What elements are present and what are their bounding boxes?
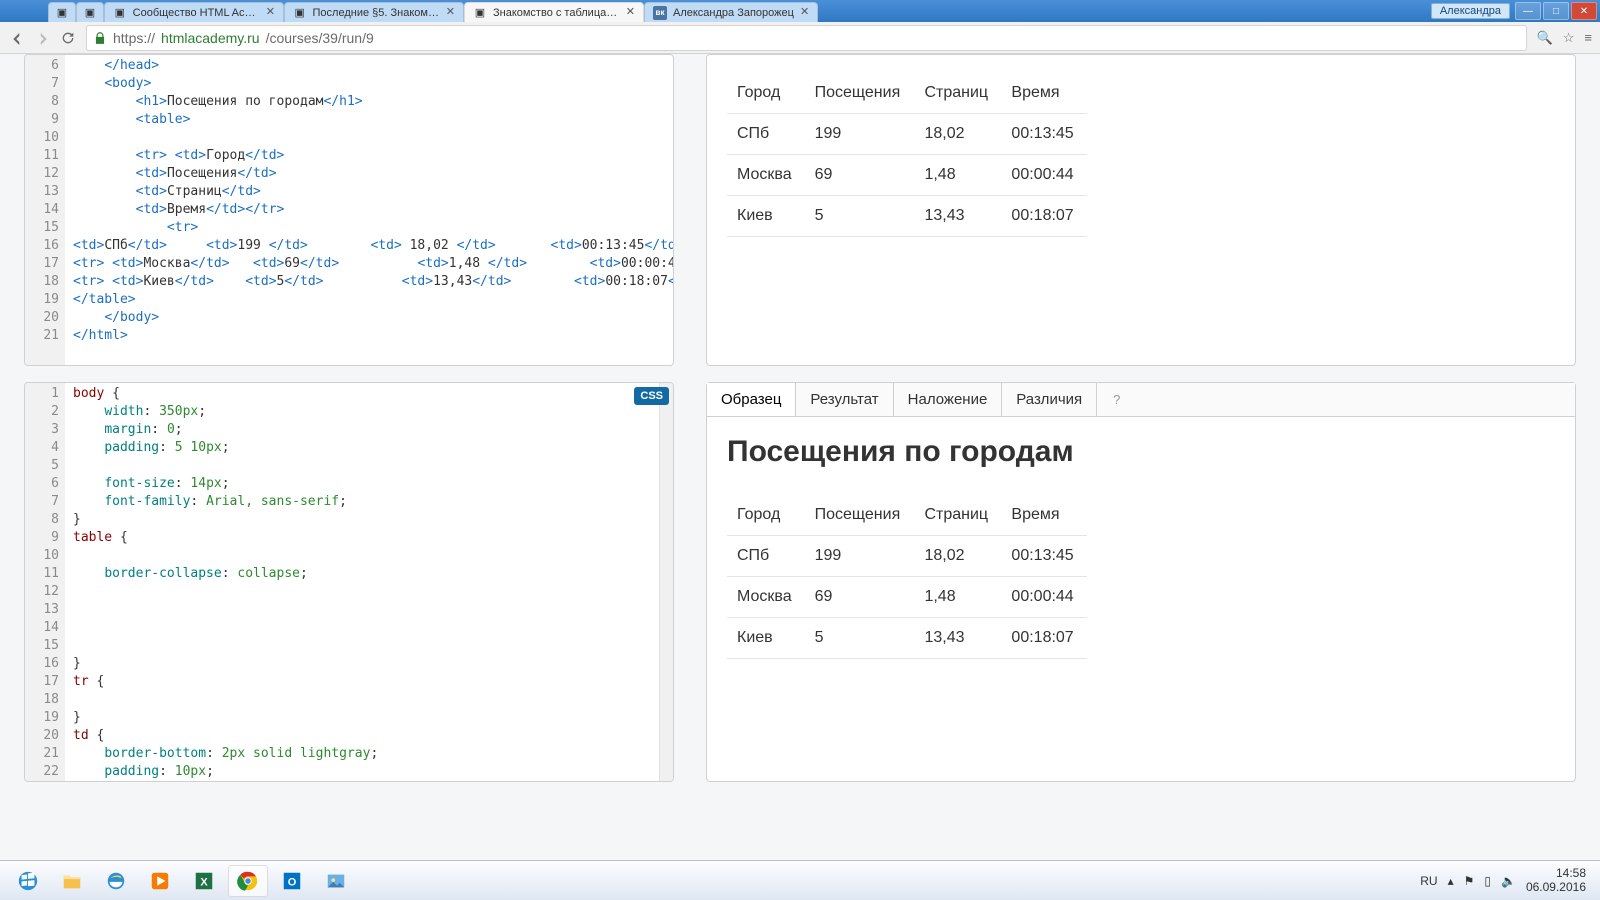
sample-preview: Посещения по городам ГородПосещенияСтран… xyxy=(707,417,1575,781)
tab-title: Знакомство с таблицами xyxy=(493,7,620,19)
chrome-user-chip[interactable]: Александра xyxy=(1431,3,1510,19)
tab-result[interactable]: Результат xyxy=(796,383,893,416)
css-gutter: 123456789101112131415161718192021222324 xyxy=(25,383,65,781)
browser-tab-5[interactable]: вк Александра Запорожец ✕ xyxy=(644,2,818,22)
close-icon[interactable]: ✕ xyxy=(446,7,455,18)
tray-time: 14:58 xyxy=(1556,867,1586,880)
svg-text:O: O xyxy=(288,876,297,888)
svg-text:X: X xyxy=(200,876,208,888)
scrollbar[interactable] xyxy=(659,383,673,781)
start-button[interactable] xyxy=(8,865,48,897)
close-icon[interactable]: ✕ xyxy=(800,7,809,18)
css-editor[interactable]: 123456789101112131415161718192021222324 … xyxy=(25,383,673,781)
back-button[interactable] xyxy=(8,30,24,46)
comparison-panel: Образец Результат Наложение Различия ? П… xyxy=(706,382,1576,782)
chrome-icon[interactable] xyxy=(228,865,268,897)
tab-overlay[interactable]: Наложение xyxy=(894,383,1003,416)
browser-tab-1[interactable]: ▣ xyxy=(76,2,104,22)
shield-icon: ▣ xyxy=(293,6,307,20)
browser-tabs: ▣ ▣ ▣ Сообщество HTML Acade ✕ ▣ Последни… xyxy=(0,0,1431,22)
excel-icon[interactable]: X xyxy=(184,865,224,897)
shield-icon: ▣ xyxy=(113,6,127,20)
ie-icon[interactable] xyxy=(96,865,136,897)
html-gutter: 6789101112131415161718192021 xyxy=(25,55,65,365)
explorer-icon[interactable] xyxy=(52,865,92,897)
shield-icon: ▣ xyxy=(85,6,95,20)
media-player-icon[interactable] xyxy=(140,865,180,897)
tab-diff[interactable]: Различия xyxy=(1002,383,1097,416)
tab-sample[interactable]: Образец xyxy=(707,383,796,416)
html-code-area[interactable]: </head> <body> <h1>Посещения по городам<… xyxy=(65,55,673,365)
browser-tab-3[interactable]: ▣ Последние §5. Знакомств ✕ xyxy=(284,2,464,22)
comparison-tabbar: Образец Результат Наложение Различия ? xyxy=(707,383,1575,417)
shield-icon: ▣ xyxy=(57,6,67,20)
css-badge: CSS xyxy=(634,387,669,405)
star-icon[interactable]: ☆ xyxy=(1563,30,1575,46)
preview-table: ГородПосещенияСтраницВремяСПб19918,0200:… xyxy=(727,73,1087,237)
browser-titlebar: ▣ ▣ ▣ Сообщество HTML Acade ✕ ▣ Последни… xyxy=(0,0,1600,22)
tab-title: Последние §5. Знакомств xyxy=(313,7,440,19)
html-editor-panel: 6789101112131415161718192021 </head> <bo… xyxy=(24,54,674,366)
tray-date: 06.09.2016 xyxy=(1526,881,1586,894)
close-icon[interactable]: ✕ xyxy=(266,7,275,18)
url-path: /courses/39/run/9 xyxy=(266,30,374,46)
result-preview-panel: ГородПосещенияСтраницВремяСПб19918,0200:… xyxy=(706,54,1576,366)
windows-taskbar: X O RU ▴ ⚑ ▯ 🔈 14:58 06.09.2016 xyxy=(0,860,1600,900)
window-minimize-button[interactable]: — xyxy=(1515,2,1541,20)
sample-table: ГородПосещенияСтраницВремяСПб19918,0200:… xyxy=(727,495,1087,659)
browser-toolbar: https://htmlacademy.ru/courses/39/run/9 … xyxy=(0,22,1600,54)
menu-icon[interactable]: ≡ xyxy=(1584,30,1592,45)
tab-title: Сообщество HTML Acade xyxy=(133,7,260,19)
outlook-icon[interactable]: O xyxy=(272,865,312,897)
html-editor[interactable]: 6789101112131415161718192021 </head> <bo… xyxy=(25,55,673,365)
page-content: 6789101112131415161718192021 </head> <bo… xyxy=(0,54,1600,860)
zoom-icon[interactable]: 🔍 xyxy=(1537,30,1553,46)
tray-chevron-icon[interactable]: ▴ xyxy=(1448,874,1454,888)
vk-icon: вк xyxy=(653,6,667,20)
photos-icon[interactable] xyxy=(316,865,356,897)
css-code-area[interactable]: body { width: 350px; margin: 0; padding:… xyxy=(65,383,659,781)
window-controls: — □ ✕ xyxy=(1514,0,1600,22)
system-tray: RU ▴ ⚑ ▯ 🔈 14:58 06.09.2016 xyxy=(1420,867,1594,893)
shield-icon: ▣ xyxy=(473,6,487,20)
tab-title: Александра Запорожец xyxy=(673,7,794,19)
close-icon[interactable]: ✕ xyxy=(626,7,635,18)
window-maximize-button[interactable]: □ xyxy=(1543,2,1569,20)
browser-tab-2[interactable]: ▣ Сообщество HTML Acade ✕ xyxy=(104,2,284,22)
forward-button[interactable] xyxy=(34,30,50,46)
address-bar[interactable]: https:// htmlacademy.ru/courses/39/run/9 xyxy=(86,25,1527,51)
tray-clock[interactable]: 14:58 06.09.2016 xyxy=(1526,867,1586,893)
browser-tab-4[interactable]: ▣ Знакомство с таблицами ✕ xyxy=(464,2,644,22)
tray-lang[interactable]: RU xyxy=(1420,874,1437,888)
tray-flag-icon[interactable]: ⚑ xyxy=(1464,874,1475,888)
tray-volume-icon[interactable]: 🔈 xyxy=(1501,874,1516,888)
reload-button[interactable] xyxy=(60,30,76,46)
browser-tab-0[interactable]: ▣ xyxy=(48,2,76,22)
url-host: htmlacademy.ru xyxy=(161,30,260,46)
preview-heading: Посещения по городам xyxy=(727,435,1555,469)
window-close-button[interactable]: ✕ xyxy=(1571,2,1597,20)
css-editor-panel: CSS 123456789101112131415161718192021222… xyxy=(24,382,674,782)
url-scheme: https:// xyxy=(113,30,155,46)
help-icon[interactable]: ? xyxy=(1103,392,1130,407)
lock-icon xyxy=(93,31,107,45)
tray-network-icon[interactable]: ▯ xyxy=(1484,874,1491,888)
